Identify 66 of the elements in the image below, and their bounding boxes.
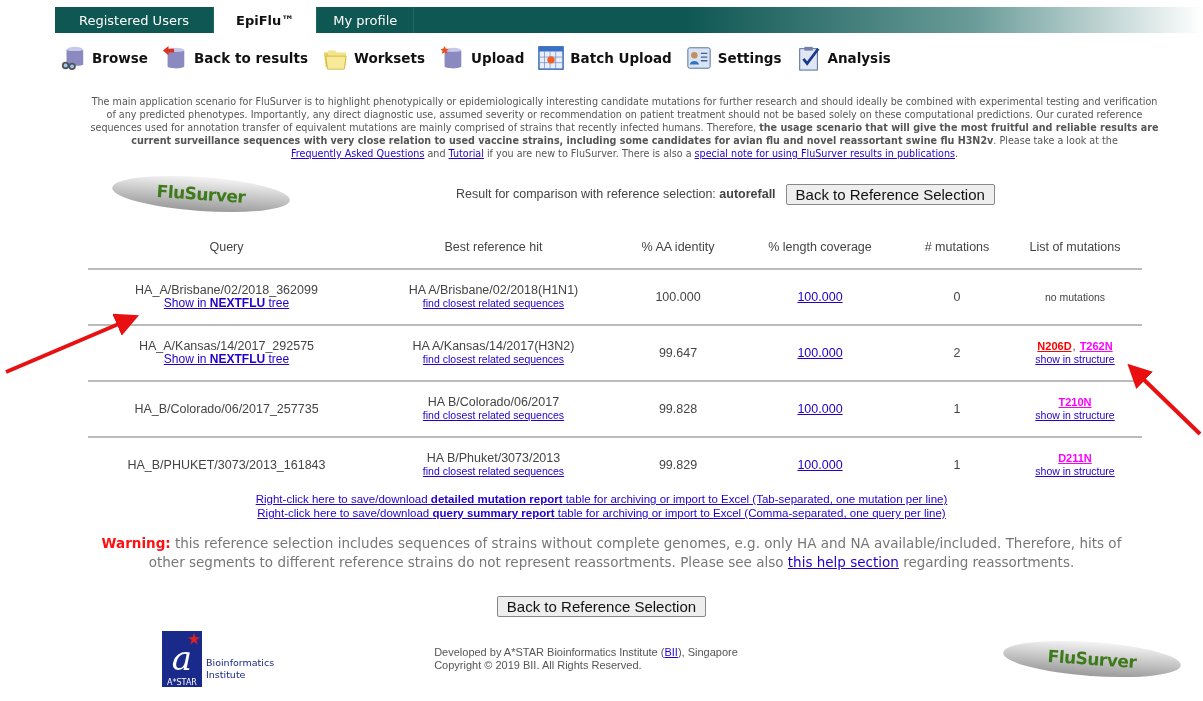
institute-name: Bioinformatics Institute	[206, 657, 275, 681]
column-header: # mutations	[906, 226, 1008, 269]
structure-link[interactable]: show in structure	[1035, 409, 1115, 421]
intro-paragraph: The main application scenario for FluSurver is to highlight phenotypically or epidemiologically interesting candidate mutations for further research and should ideally be combined with experimental testing and verification of any predicted phenotypes. Importantly, any direct diagnostic use, assumed severity or recommendation on patient treatment should not be based solely on these computational predictions. Our curated reference sequences used for annotation transfer of equivalent mutations are mainly comprised of strains that recently infected humans. Therefore, the usage scenario that will give the most fruitful and reliable results are current surveillance sequences with very close relation to used vaccine strains, including some candidates for avian flu and novel reassortant swine flu H3N2v. Please take a look at the Frequently Asked Questions and Tutorial if you are new to FluSurver. There is also a special note for using FluSurver results in publications.	[89, 95, 1160, 160]
related-sequences-link[interactable]: find closest related sequences	[422, 297, 565, 309]
aa-identity-value: 99.829	[658, 457, 698, 472]
query-name: HA_B/Colorado/06/2017_257735	[133, 402, 320, 416]
reference-name: HA A/Kansas/14/2017(H3N2)	[411, 340, 576, 353]
aa-identity-value: 99.828	[658, 401, 698, 416]
nextflu-link[interactable]: Show in NEXTFLU tree	[163, 296, 290, 310]
column-header: Query	[88, 226, 365, 269]
institute-logo: a A*STAR	[162, 631, 202, 687]
toolbar-button[interactable]: Browse	[60, 43, 148, 73]
mutation-link[interactable]: N206D	[1037, 340, 1072, 353]
separator-text: ,	[1072, 340, 1076, 353]
toolbar-button[interactable]: Back to results	[161, 43, 308, 73]
developer-credit: Developed by A*STAR Bioinformatics Institute (BII), Singapore	[434, 646, 738, 659]
structure-link[interactable]: show in structure	[1035, 465, 1115, 477]
column-header: List of mutations	[1008, 226, 1142, 269]
aa-identity-value: 99.647	[658, 345, 698, 360]
id-card-icon	[685, 45, 712, 71]
download-link[interactable]: Right-click here to save/download detailed mutation report table for archiving or import to Excel (Tab-separated, one mutation per line)	[255, 492, 948, 506]
back-to-reference-button[interactable]: Back to Reference Selection	[496, 596, 707, 617]
tab[interactable]: My profile	[317, 7, 415, 33]
intro-link[interactable]: Frequently Asked Questions	[290, 148, 425, 159]
bii-link[interactable]: BII	[664, 646, 678, 658]
structure-link[interactable]: show in structure	[1035, 353, 1115, 365]
query-name: HA_B/PHUKET/3073/2013_161843	[126, 458, 327, 472]
reference-name: HA B/Phuket/3073/2013	[425, 452, 562, 465]
coverage-link[interactable]: 100.000	[797, 401, 843, 416]
mutation-count: 1	[953, 401, 961, 416]
related-sequences-link[interactable]: find closest related sequences	[422, 465, 565, 477]
tab[interactable]: EpiFlu™	[214, 7, 318, 33]
mutation-count: 2	[953, 345, 961, 360]
calendar-grid-icon	[538, 45, 565, 71]
copyright-text: Copyright © 2019 BII. All Rights Reserved.	[434, 659, 643, 672]
query-name: HA_A/Brisbane/02/2018_362099	[134, 284, 319, 297]
toolbar-button[interactable]: Analysis	[795, 43, 891, 73]
toolbar-button[interactable]: Worksets	[322, 43, 425, 73]
column-header: % length coverage	[734, 226, 906, 269]
mutation-count: 1	[953, 457, 961, 472]
back-to-reference-button[interactable]: Back to Reference Selection	[785, 183, 995, 205]
query-name: HA_A/Kansas/14/2017_292575	[137, 340, 316, 353]
download-link[interactable]: Right-click here to save/download query summary report table for archiving or import to Excel (Comma-separated, one query per line)	[257, 506, 946, 520]
aa-identity-value: 100.000	[655, 289, 701, 304]
column-header: % AA identity	[622, 226, 734, 269]
warning-text: Warning: this reference selection includes sequences of strains without complete genomes, e.g. only HA and NA available/included. Therefore, hits of other segments to different reference strains do not represent reassortments. Please see also this help section regarding reassortments.	[100, 534, 1123, 572]
coverage-link[interactable]: 100.000	[797, 457, 843, 472]
column-header: Best reference hit	[365, 226, 622, 269]
database-binoculars-icon	[60, 45, 86, 71]
coverage-link[interactable]: 100.000	[797, 289, 843, 304]
coverage-link[interactable]: 100.000	[797, 345, 843, 360]
mutation-count: 0	[953, 289, 961, 304]
related-sequences-link[interactable]: find closest related sequences	[422, 409, 565, 421]
toolbar-button[interactable]: Batch Upload	[538, 43, 672, 73]
related-sequences-link[interactable]: find closest related sequences	[422, 353, 565, 365]
toolbar-button[interactable]: Upload	[439, 43, 525, 73]
result-label: Result for comparison with reference selection: autorefall	[456, 187, 776, 201]
help-section-link[interactable]: this help section	[787, 554, 899, 570]
toolbar-button[interactable]: Settings	[685, 43, 782, 73]
intro-link[interactable]: Tutorial	[448, 148, 484, 159]
nextflu-link[interactable]: Show in NEXTFLU tree	[163, 352, 290, 366]
intro-link[interactable]: special note for using FluSurver results in publications	[694, 148, 955, 159]
reference-name: HA B/Colorado/06/2017	[426, 396, 561, 409]
reference-name: HA A/Brisbane/02/2018(H1N1)	[407, 284, 580, 297]
no-mutations-text: no mutations	[1044, 290, 1106, 303]
